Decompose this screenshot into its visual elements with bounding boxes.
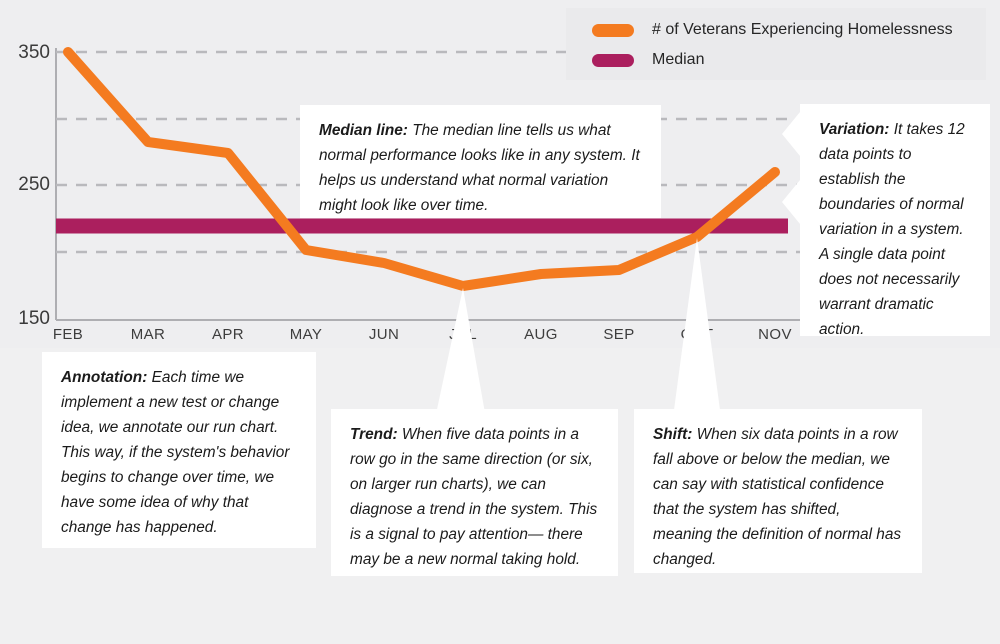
callout-median-line: Median line: The median line tells us wh… [300,105,661,218]
y-tick-350: 350 [18,42,50,63]
x-tick-oct: OCT [680,326,714,343]
callout-trend-body: When five data points in a row go in the… [350,426,598,568]
callout-annotation: Annotation: Each time we implement a new… [42,352,316,548]
callout-shift: Shift: When six data points in a row fal… [634,409,922,573]
run-chart-infographic: 350 250 150 FEB MAR APR MAY JUN JUL AUG … [0,0,1000,644]
legend-swatch-orange [592,23,634,37]
x-tick-apr: APR [211,326,245,343]
callout-variation-body: It takes 12 data points to establish the… [819,121,965,338]
callout-trend-term: Trend: [350,426,398,443]
callout-trend: Trend: When five data points in a row go… [331,409,618,576]
x-tick-may: MAY [289,326,323,343]
x-tick-jun: JUN [368,326,400,343]
legend-label-veterans: # of Veterans Experiencing Homelessness [652,21,953,38]
x-tick-nov: NOV [758,326,792,343]
x-tick-jul: JUL [449,326,477,343]
callout-median-line-term: Median line: [319,122,408,139]
callout-shift-term: Shift: [653,426,693,443]
legend-item-median[interactable]: Median [592,51,704,69]
x-tick-sep: SEP [603,326,635,343]
x-tick-mar: MAR [130,326,166,343]
chart-legend: # of Veterans Experiencing Homelessness … [566,8,986,80]
y-tick-250: 250 [18,174,50,195]
callout-shift-body: When six data points in a row fall above… [653,426,902,568]
x-tick-feb: FEB [52,326,84,343]
callout-annotation-term: Annotation: [61,369,148,386]
callout-annotation-body: Each time we implement a new test or cha… [61,369,290,536]
legend-label-median: Median [652,51,705,68]
legend-item-veterans[interactable]: # of Veterans Experiencing Homelessness [592,21,953,39]
callout-variation-term: Variation: [819,121,890,138]
legend-swatch-magenta [592,53,634,67]
callout-variation: Variation: It takes 12 data points to es… [800,104,990,338]
x-tick-aug: AUG [524,326,558,343]
